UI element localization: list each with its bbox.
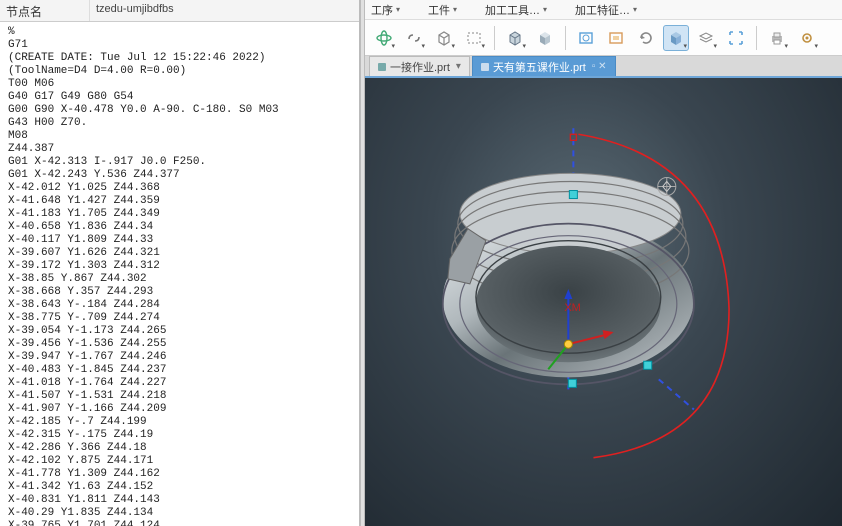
- ribbon-group-process[interactable]: 工序▾: [371, 2, 400, 18]
- settings-button[interactable]: ▾: [794, 25, 820, 51]
- node-name-label: 节点名: [0, 0, 90, 21]
- zoom-window-button[interactable]: [573, 25, 599, 51]
- refresh-view-button[interactable]: [633, 25, 659, 51]
- close-icon[interactable]: ▫ ✕: [592, 61, 607, 72]
- print-button[interactable]: ▾: [764, 25, 790, 51]
- node-filename: tzedu-umjibdfbs: [90, 0, 359, 21]
- tab-label: 一接作业.prt: [390, 59, 450, 75]
- ring-part: [443, 173, 694, 384]
- shaded-cube-button[interactable]: [532, 25, 558, 51]
- axis-line: [659, 379, 694, 409]
- file-icon: [481, 63, 489, 71]
- fit-all-button[interactable]: [723, 25, 749, 51]
- view-toolbar: ▾ ▾ ▾ ▾ ▾: [365, 20, 842, 56]
- file-icon: [378, 63, 386, 71]
- ribbon-groups: 工序▾ 工件▾ 加工工具…▾ 加工特征…▾: [365, 0, 842, 20]
- control-point[interactable]: [569, 191, 577, 199]
- ribbon-group-workpiece[interactable]: 工件▾: [428, 2, 457, 18]
- control-point[interactable]: [568, 379, 576, 387]
- svg-text:XM: XM: [564, 302, 581, 314]
- document-tabs: 一接作业.prt ▾ 天有第五课作业.prt ▫ ✕: [365, 56, 842, 78]
- left-panel: 节点名 tzedu-umjibdfbs % G71 (CREATE DATE: …: [0, 0, 360, 526]
- gcode-listing[interactable]: % G71 (CREATE DATE: Tue Jul 12 15:22:46 …: [0, 22, 359, 526]
- right-panel: 工序▾ 工件▾ 加工工具…▾ 加工特征…▾ ▾ ▾ ▾: [365, 0, 842, 526]
- tab-file-1[interactable]: 一接作业.prt ▾: [369, 56, 470, 76]
- selection-rect-button[interactable]: ▾: [461, 25, 487, 51]
- chevron-down-icon: ▾: [453, 5, 457, 14]
- solid-cube-button[interactable]: ▾: [502, 25, 528, 51]
- control-point[interactable]: [644, 361, 652, 369]
- chevron-down-icon: ▾: [396, 5, 400, 14]
- 3d-viewport[interactable]: XM: [365, 78, 842, 526]
- ribbon-group-tool[interactable]: 加工工具…▾: [485, 2, 547, 18]
- tab-label: 天有第五课作业.prt: [493, 59, 586, 75]
- app-root: 节点名 tzedu-umjibdfbs % G71 (CREATE DATE: …: [0, 0, 842, 526]
- chevron-down-icon: ▾: [543, 5, 547, 14]
- chevron-down-icon: ▾: [633, 5, 637, 14]
- shading-mode-button[interactable]: ▾: [663, 25, 689, 51]
- close-icon[interactable]: ▾: [456, 61, 461, 72]
- orbit-button[interactable]: ▾: [371, 25, 397, 51]
- layers-button[interactable]: ▾: [693, 25, 719, 51]
- link-button[interactable]: ▾: [401, 25, 427, 51]
- left-header: 节点名 tzedu-umjibdfbs: [0, 0, 359, 22]
- zoom-fit-button[interactable]: [603, 25, 629, 51]
- ribbon-group-feature[interactable]: 加工特征…▾: [575, 2, 637, 18]
- wireframe-cube-button[interactable]: ▾: [431, 25, 457, 51]
- tab-file-2[interactable]: 天有第五课作业.prt ▫ ✕: [472, 56, 616, 76]
- view-cursor-icon: [658, 177, 676, 195]
